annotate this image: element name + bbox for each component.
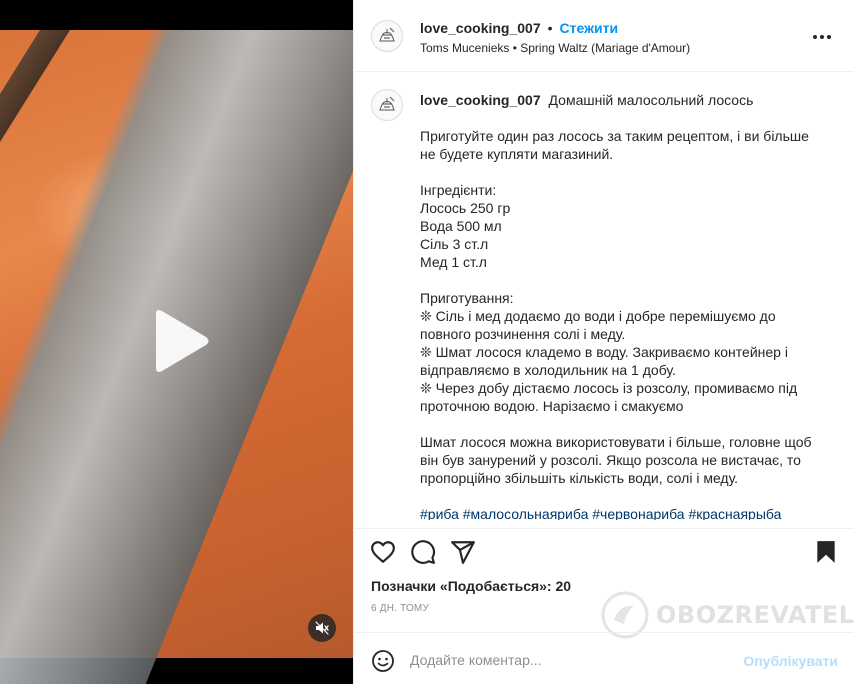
mute-icon[interactable] [308,614,336,642]
caption-avatar[interactable] [371,89,403,121]
likes-count[interactable]: Позначки «Подобається»: 20 [371,578,571,594]
music-info[interactable]: Toms Mucenieks • Spring Waltz (Mariage d… [420,41,690,55]
caption-area[interactable]: love_cooking_007 Домашній малосольний ло… [354,73,854,520]
emoji-icon[interactable] [371,649,395,673]
post-header: love_cooking_007 • Стежити Toms Muceniek… [354,0,854,72]
caption-hashtags[interactable]: #риба #малосольнаяриба #червонариба #кра… [420,505,828,520]
separator-dot: • [547,20,553,36]
avatar[interactable] [371,20,403,52]
caption-steps: Приготування: ❊ Сіль і мед додаємо до во… [420,290,798,414]
comment-input[interactable] [410,649,730,671]
play-icon[interactable] [148,308,212,374]
follow-button[interactable]: Стежити [560,20,619,36]
comment-bar: Опублікувати [354,632,854,684]
bookmark-icon[interactable] [813,539,839,565]
post-panel: love_cooking_007 • Стежити Toms Muceniek… [353,0,854,684]
share-icon[interactable] [450,539,476,565]
caption-intro: Приготуйте один раз лосось за таким реце… [420,128,809,162]
more-icon[interactable] [810,27,834,47]
caption-ingredients: Інгредієнти: Лосось 250 гр Вода 500 мл С… [420,182,511,270]
action-bar [354,528,854,568]
comment-icon[interactable] [410,539,436,565]
publish-button[interactable]: Опублікувати [743,653,838,669]
header-user-line: love_cooking_007 • Стежити [420,20,618,36]
heart-icon[interactable] [370,539,396,565]
caption-note: Шмат лосося можна використовувати і біль… [420,434,812,486]
watermark-text: OBOZREVATEL [656,601,854,629]
video-player[interactable] [0,0,353,684]
caption-title-line: love_cooking_007 Домашній малосольний ло… [420,91,828,109]
username-link[interactable]: love_cooking_007 [420,20,541,36]
caption-text: love_cooking_007 Домашній малосольний ло… [420,91,828,520]
caption-title: Домашній малосольний лосось [548,92,754,108]
caption-username[interactable]: love_cooking_007 [420,92,541,108]
post-time[interactable]: 6 дн. тому [371,603,429,614]
